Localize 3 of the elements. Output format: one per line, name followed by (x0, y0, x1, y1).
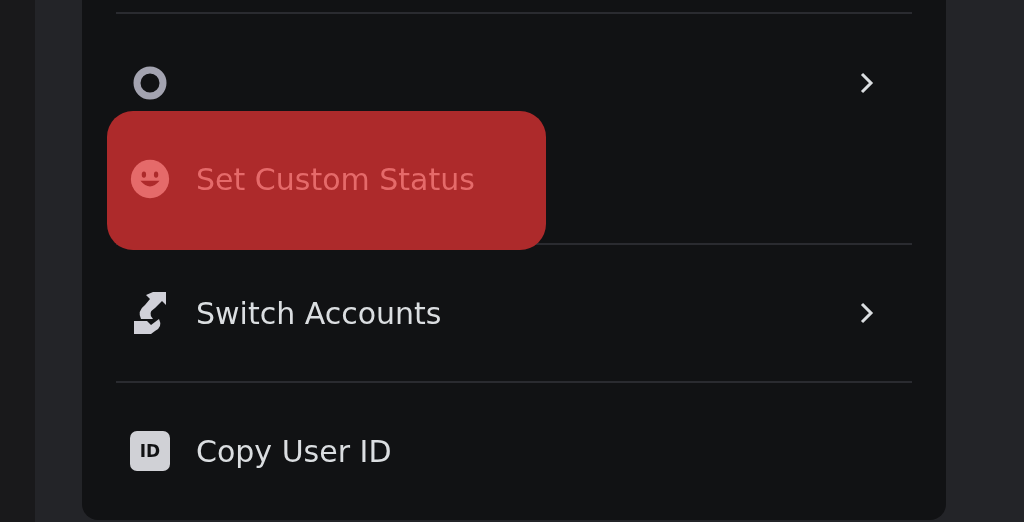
menu-item-label[interactable]: Copy User ID (196, 433, 392, 469)
menu-item-label[interactable]: Switch Accounts (196, 295, 442, 331)
id-badge-icon: ID (130, 431, 170, 471)
